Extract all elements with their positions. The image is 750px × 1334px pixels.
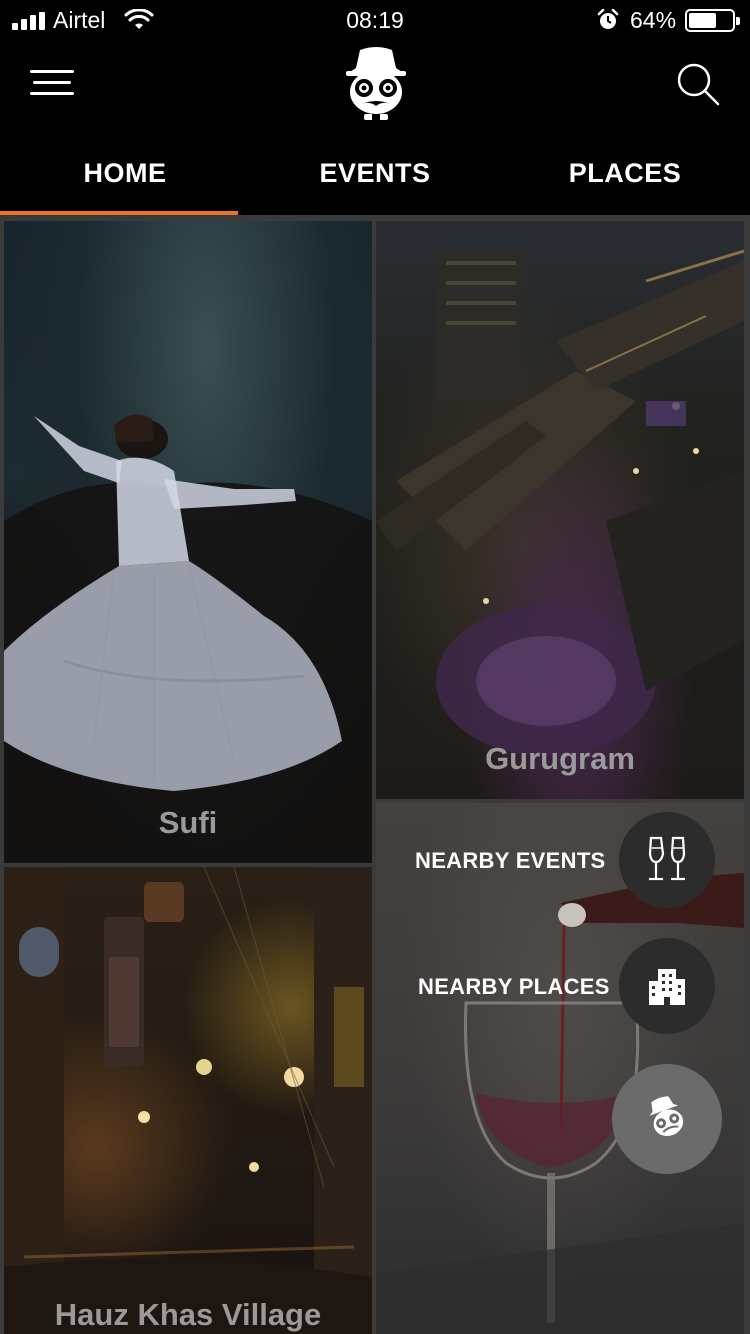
tab-bar: HOME EVENTS PLACES [0,130,750,216]
nearby-events-label[interactable]: NEARBY EVENTS [415,848,606,874]
status-bar: Airtel 08:19 64% [0,0,750,40]
tile-label: Hauz Khas Village [54,1297,322,1332]
nearby-events-button[interactable] [619,812,715,908]
tile-hauz-khas-village[interactable]: Hauz Khas Village [4,867,372,1334]
nearby-places-label[interactable]: NEARBY PLACES [418,974,610,1000]
champagne-glasses-icon [648,836,686,881]
tile-label: Gurugram [485,741,635,776]
tile-sufi[interactable]: Sufi [4,221,372,863]
alarm-icon [597,9,619,29]
nearby-places-button[interactable] [619,938,715,1034]
battery-percent: 64% [630,7,677,33]
battery-icon [685,9,740,32]
tab-events[interactable]: EVENTS [250,130,500,216]
tab-home[interactable]: HOME [0,130,250,216]
fab-main-button[interactable] [612,1064,722,1174]
hamburger-menu-icon[interactable] [30,66,74,98]
category-grid: Sufi Gurugram Hauz Khas Village NEARBY E… [0,219,750,1334]
street-night-image [4,867,372,1334]
city-aerial-image [376,249,744,756]
mascot-logo-icon[interactable] [336,44,416,124]
tile-label: Sufi [158,805,218,840]
mascot-close-icon [649,1096,684,1137]
sufi-dancer-image [4,414,372,863]
building-icon [649,969,685,1005]
tile-gurugram[interactable]: Gurugram [376,221,744,799]
tab-places[interactable]: PLACES [500,130,750,216]
search-icon[interactable] [674,60,722,108]
